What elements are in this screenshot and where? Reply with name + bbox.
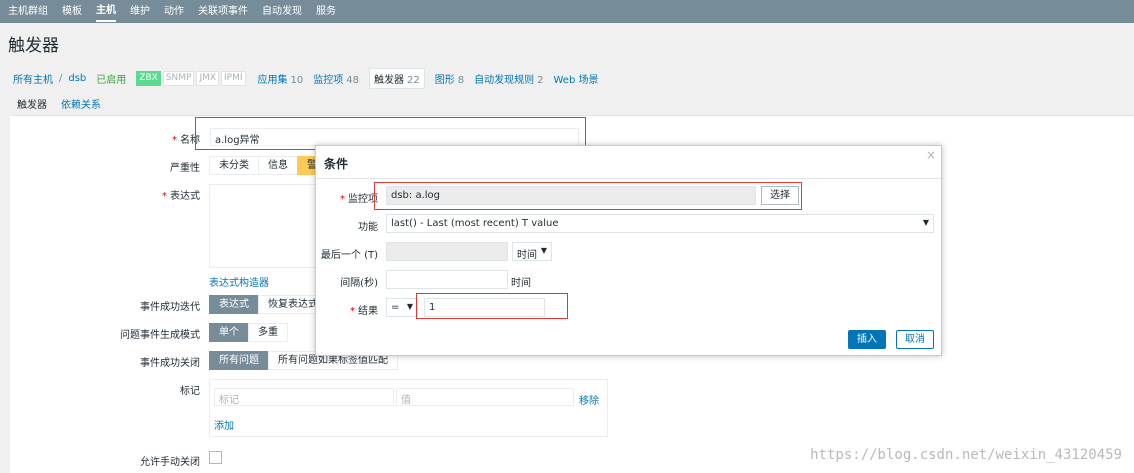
- tags-label: 标记: [180, 386, 200, 397]
- function-label: 功能: [358, 222, 378, 233]
- applications-count: 10: [290, 75, 304, 86]
- result-label-text: 结果: [358, 306, 378, 317]
- nav-host-groups[interactable]: 主机群组: [8, 0, 48, 23]
- severity-label: 严重性: [170, 163, 200, 174]
- triggers-count: 22: [407, 75, 420, 86]
- close-icon[interactable]: ×: [926, 148, 936, 162]
- cancel-button[interactable]: 取消: [896, 330, 934, 349]
- interval-label: 间隔(秒): [340, 278, 378, 289]
- function-select[interactable]: last() - Last (most recent) T value ▼: [386, 214, 934, 233]
- expression-textarea[interactable]: [209, 184, 319, 268]
- breadcrumb-separator: /: [59, 73, 63, 84]
- watermark: https://blog.csdn.net/weixin_43120459: [810, 447, 1122, 463]
- ok-event-selector: 表达式 恢复表达式: [209, 295, 328, 314]
- jmx-badge: JMX: [196, 71, 220, 86]
- ok-close-all[interactable]: 所有问题: [209, 351, 269, 370]
- applications-link[interactable]: 应用集 10: [258, 71, 304, 86]
- expression-label-text: 表达式: [170, 191, 200, 202]
- tags-box: 标记 值 移除 添加: [209, 379, 608, 437]
- result-chevron-down-icon: ▼: [406, 302, 413, 311]
- manual-close-checkbox[interactable]: [209, 451, 222, 464]
- tag-name-input[interactable]: 标记: [214, 388, 394, 406]
- discovery-rules-label: 自动发现规则: [474, 75, 535, 86]
- dialog-divider: [316, 178, 941, 179]
- nav-services[interactable]: 服务: [316, 0, 336, 23]
- zbx-badge: ZBX: [136, 71, 161, 86]
- nav-actions[interactable]: 动作: [164, 0, 184, 23]
- all-hosts-link[interactable]: 所有主机: [13, 71, 53, 86]
- web-scenarios-label: Web 场景: [553, 75, 599, 86]
- function-value: last() - Last (most recent) T value: [391, 218, 559, 229]
- insert-button[interactable]: 插入: [848, 330, 886, 349]
- manual-close-label: 允许手动关闭: [140, 457, 200, 468]
- nav-templates[interactable]: 模板: [62, 0, 82, 23]
- tag-remove-link[interactable]: 移除: [579, 392, 599, 407]
- interval-unit: 时间: [511, 278, 531, 289]
- severity-information[interactable]: 信息: [258, 156, 298, 175]
- host-link[interactable]: dsb: [68, 73, 86, 84]
- graphs-label: 图形: [434, 75, 455, 86]
- host-breadcrumb: 所有主机 / dsb 已启用 ZBX SNMP JMX IPMI 应用集 10 监…: [13, 68, 598, 89]
- function-chevron-down-icon: ▼: [922, 218, 929, 227]
- condition-dialog: 条件 × * 监控项 dsb: a.log 选择 功能 last() - Last…: [315, 145, 942, 356]
- dialog-title: 条件: [324, 157, 349, 171]
- ok-close-label: 事件成功关闭: [140, 358, 200, 369]
- ipmi-badge: IPMI: [221, 71, 246, 86]
- discovery-rules-count: 2: [537, 75, 544, 86]
- last-t-unit-select[interactable]: 时间 ▼: [512, 242, 552, 261]
- last-t-unit-value: 时间: [517, 250, 537, 261]
- interval-input[interactable]: [386, 270, 508, 289]
- expression-label: * 表达式: [162, 191, 200, 202]
- last-t-chevron-down-icon: ▼: [540, 246, 547, 255]
- graphs-link[interactable]: 图形 8: [435, 71, 464, 86]
- name-label: * 名称: [172, 135, 200, 146]
- host-status: 已启用: [96, 75, 127, 86]
- result-label: * 结果: [350, 306, 378, 317]
- severity-selector: 未分类 信息 警: [209, 156, 327, 175]
- problem-mode-selector: 单个 多重: [209, 323, 288, 342]
- nav-maintenance[interactable]: 维护: [130, 0, 150, 23]
- tag-add-link[interactable]: 添加: [214, 417, 234, 432]
- problem-mode-single[interactable]: 单个: [209, 323, 249, 342]
- web-scenarios-link[interactable]: Web 场景: [554, 71, 599, 86]
- top-nav: 主机群组 模板 主机 维护 动作 关联项事件 自动发现 服务: [0, 0, 1134, 23]
- snmp-badge: SNMP: [162, 71, 195, 86]
- items-count: 48: [346, 75, 360, 86]
- ok-event-expression[interactable]: 表达式: [209, 295, 259, 314]
- result-operator-value: =: [391, 302, 400, 313]
- tag-value-input[interactable]: 值: [396, 388, 574, 406]
- graphs-count: 8: [457, 75, 465, 86]
- discovery-rules-link[interactable]: 自动发现规则 2: [474, 71, 543, 86]
- ok-event-label: 事件成功迭代: [140, 302, 200, 313]
- items-link[interactable]: 监控项 48: [313, 71, 359, 86]
- triggers-link[interactable]: 触发器 22: [369, 68, 425, 89]
- expression-builder-link[interactable]: 表达式构造器: [209, 274, 269, 289]
- nav-hosts[interactable]: 主机: [96, 1, 116, 22]
- problem-mode-multiple[interactable]: 多重: [248, 323, 288, 342]
- nav-discovery[interactable]: 自动发现: [262, 0, 302, 23]
- triggers-label: 触发器: [374, 75, 405, 86]
- applications-label: 应用集: [257, 75, 288, 86]
- last-t-label: 最后一个 (T): [320, 250, 378, 261]
- severity-not-classified[interactable]: 未分类: [209, 156, 259, 175]
- items-label: 监控项: [313, 75, 344, 86]
- item-label: * 监控项: [340, 194, 378, 205]
- problem-mode-label: 问题事件生成模式: [120, 330, 200, 341]
- last-t-input[interactable]: [386, 242, 508, 261]
- page-title: 触发器: [8, 36, 59, 56]
- result-operator-select[interactable]: = ▼: [386, 298, 418, 317]
- item-highlight-box: [374, 182, 802, 210]
- nav-event-correlation[interactable]: 关联项事件: [198, 0, 248, 23]
- result-highlight-box: [416, 293, 568, 319]
